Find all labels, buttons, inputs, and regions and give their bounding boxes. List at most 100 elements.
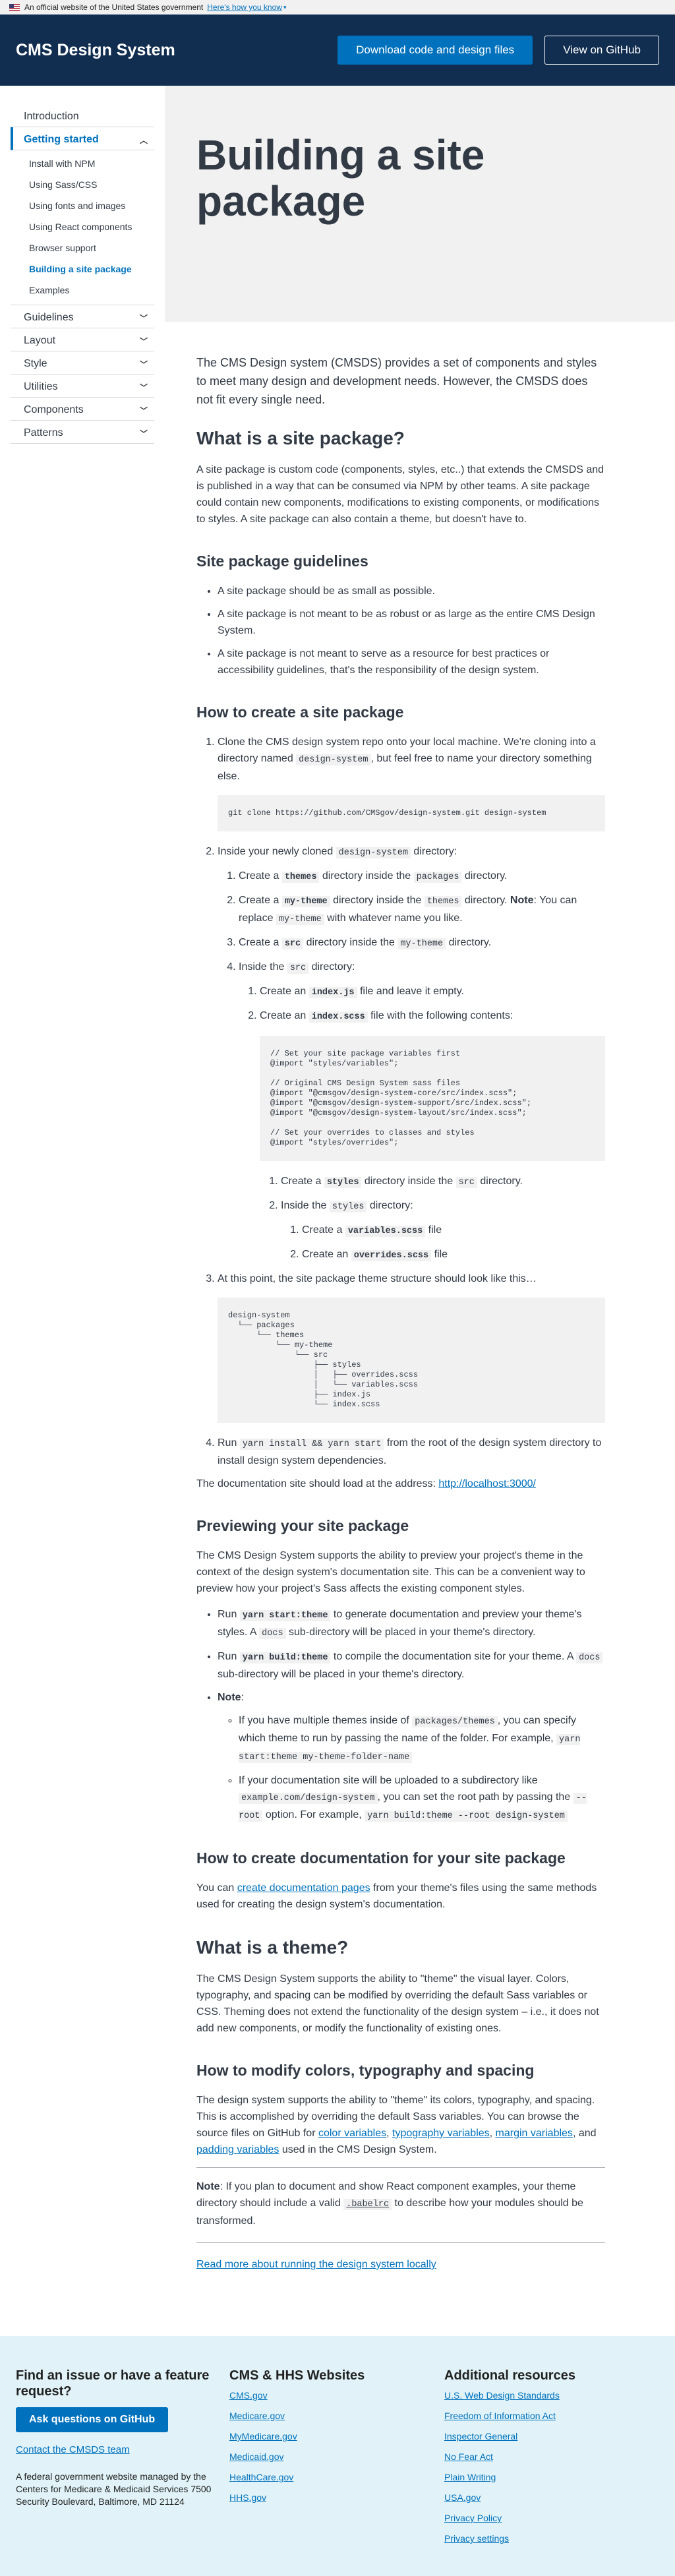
chevron-down-icon: ﹀: [139, 382, 148, 392]
inline-code: yarn start:theme: [239, 1610, 331, 1621]
footer-link[interactable]: Plain Writing: [444, 2472, 659, 2482]
text: Create a: [239, 895, 282, 906]
read-more-link[interactable]: Read more about running the design syste…: [196, 2259, 436, 2270]
text: Run: [218, 1437, 240, 1449]
inline-code: src: [287, 963, 309, 974]
sidebar-item-patterns[interactable]: Patterns ﹀: [11, 421, 154, 444]
contact-link[interactable]: Contact the CMSDS team: [16, 2444, 130, 2455]
heading-what-is-site-package: What is a site package?: [196, 428, 405, 448]
site-logo[interactable]: CMS Design System: [16, 41, 175, 60]
heading-documentation: How to create documentation for your sit…: [196, 1849, 566, 1867]
footer-link[interactable]: Privacy settings: [444, 2533, 659, 2544]
text: directory:: [367, 1200, 413, 1211]
ask-github-button[interactable]: Ask questions on GitHub: [16, 2407, 169, 2432]
main-content: Building a site package The CMS Design s…: [165, 86, 675, 2282]
footer-link[interactable]: MyMedicare.gov: [229, 2431, 444, 2441]
inline-code: packages: [413, 872, 462, 883]
sidebar-item-label: Guidelines: [24, 312, 74, 323]
footer-link[interactable]: HHS.gov: [229, 2492, 444, 2503]
text: directory inside the: [330, 895, 425, 906]
inline-code: example.com/design-system: [239, 1793, 378, 1804]
paragraph: A site package is custom code (component…: [196, 464, 604, 525]
footer-link[interactable]: Freedom of Information Act: [444, 2411, 659, 2421]
list-item: Inside your newly cloned design-system d…: [218, 843, 605, 1264]
footer-resources: Additional resources U.S. Web Design Sta…: [444, 2368, 659, 2550]
download-button[interactable]: Download code and design files: [338, 36, 533, 65]
sidebar-subitem-examples[interactable]: Examples: [11, 280, 154, 301]
text: Run: [218, 1609, 240, 1620]
text: Create a: [302, 1224, 345, 1236]
list-item: If you have multiple themes inside of pa…: [239, 1712, 605, 1766]
footer-link[interactable]: U.S. Web Design Standards: [444, 2390, 659, 2401]
text: At this point, the site package theme st…: [218, 1273, 537, 1284]
footer-heading: Additional resources: [444, 2368, 575, 2383]
paragraph: Note: If you plan to document and show R…: [196, 2178, 605, 2229]
sidebar-subitem-browser-support[interactable]: Browser support: [11, 237, 154, 258]
sidebar-item-guidelines[interactable]: Guidelines ﹀: [11, 305, 154, 328]
footer-heading: CMS & HHS Websites: [229, 2368, 365, 2383]
header-actions: Download code and design files View on G…: [338, 36, 659, 65]
typography-variables-link[interactable]: typography variables: [392, 2128, 490, 2139]
sidebar-item-getting-started[interactable]: Getting started ︿: [11, 127, 154, 150]
sidebar-item-label: Style: [24, 358, 47, 369]
heres-how-you-know-link[interactable]: Here's how you know: [207, 3, 282, 12]
sidebar-item-label: Patterns: [24, 427, 63, 438]
chevron-up-icon: ︿: [139, 135, 148, 145]
footer-feedback: Find an issue or have a feature request?…: [16, 2368, 229, 2550]
page-title: Building a site package: [196, 131, 485, 225]
sidebar-item-layout[interactable]: Layout ﹀: [11, 328, 154, 351]
inline-code: design-system: [336, 847, 411, 858]
sub-steps: Create an index.js file and leave it emp…: [239, 983, 605, 1264]
chevron-down-icon[interactable]: ▾: [283, 4, 287, 11]
sidebar-subitem-site-package[interactable]: Building a site package: [11, 258, 154, 280]
create-docs-link[interactable]: create documentation pages: [237, 1882, 370, 1894]
note-label: Note: [218, 1692, 241, 1703]
sidebar-item-utilities[interactable]: Utilities ﹀: [11, 374, 154, 398]
sidebar-item-style[interactable]: Style ﹀: [11, 351, 154, 374]
localhost-link[interactable]: http://localhost:3000/: [438, 1478, 536, 1489]
list-item: Create an index.js file and leave it emp…: [260, 983, 605, 1001]
sidebar-subitem-sass-css[interactable]: Using Sass/CSS: [11, 174, 154, 195]
footer-link[interactable]: CMS.gov: [229, 2390, 444, 2401]
sidebar-subitem-react[interactable]: Using React components: [11, 216, 154, 237]
sidebar-item-introduction[interactable]: Introduction: [11, 104, 154, 127]
babelrc-link[interactable]: .babelrc: [343, 2199, 392, 2210]
footer-link[interactable]: Medicare.gov: [229, 2411, 444, 2421]
text: directory inside the: [303, 937, 398, 948]
list-item: Create a my-theme directory inside the t…: [239, 892, 605, 928]
text: Create an: [260, 986, 309, 997]
footer-link[interactable]: Privacy Policy: [444, 2513, 659, 2523]
footer-heading: Find an issue or have a feature request?: [16, 2368, 210, 2399]
footer-link[interactable]: Inspector General: [444, 2431, 659, 2441]
paragraph: The CMS Design System supports the abili…: [196, 1550, 585, 1594]
color-variables-link[interactable]: color variables: [318, 2128, 386, 2139]
sidebar-subitem-install-npm[interactable]: Install with NPM: [11, 153, 154, 174]
footer-cms-links: CMS & HHS Websites CMS.gov Medicare.gov …: [229, 2368, 444, 2550]
text: to compile the documentation site for yo…: [330, 1651, 577, 1662]
text: Create an: [260, 1010, 309, 1021]
sidebar-item-label: Components: [24, 404, 84, 415]
text: Run: [218, 1651, 240, 1662]
inline-code: yarn install && yarn start: [239, 1439, 384, 1450]
page-layout: Introduction Getting started ︿ Install wi…: [0, 86, 675, 2282]
heading-what-is-theme: What is a theme?: [196, 1937, 349, 1958]
managed-by-text: A federal government website managed by …: [16, 2471, 212, 2507]
text: Create a: [239, 937, 282, 948]
gov-banner: An official website of the United States…: [0, 0, 675, 15]
padding-variables-link[interactable]: padding variables: [196, 2144, 279, 2155]
footer-link[interactable]: Medicaid.gov: [229, 2451, 444, 2462]
sidebar-item-components[interactable]: Components ﹀: [11, 398, 154, 421]
sub-steps: Create a variables.scss file Create an o…: [281, 1222, 605, 1264]
footer-link[interactable]: HealthCare.gov: [229, 2472, 444, 2482]
heading-modify: How to modify colors, typography and spa…: [196, 2062, 535, 2079]
sidebar-subitem-fonts-images[interactable]: Using fonts and images: [11, 195, 154, 216]
footer-link[interactable]: No Fear Act: [444, 2451, 659, 2462]
margin-variables-link[interactable]: margin variables: [496, 2128, 573, 2139]
inline-code: index.scss: [308, 1011, 368, 1023]
list-item: Create a themes directory inside the pac…: [239, 868, 605, 885]
github-button[interactable]: View on GitHub: [544, 36, 659, 65]
list-item: At this point, the site package theme st…: [218, 1271, 605, 1423]
sub-steps: Create a styles directory inside the src…: [260, 1173, 605, 1264]
footer-link[interactable]: USA.gov: [444, 2492, 659, 2503]
text: ,: [489, 2128, 496, 2139]
